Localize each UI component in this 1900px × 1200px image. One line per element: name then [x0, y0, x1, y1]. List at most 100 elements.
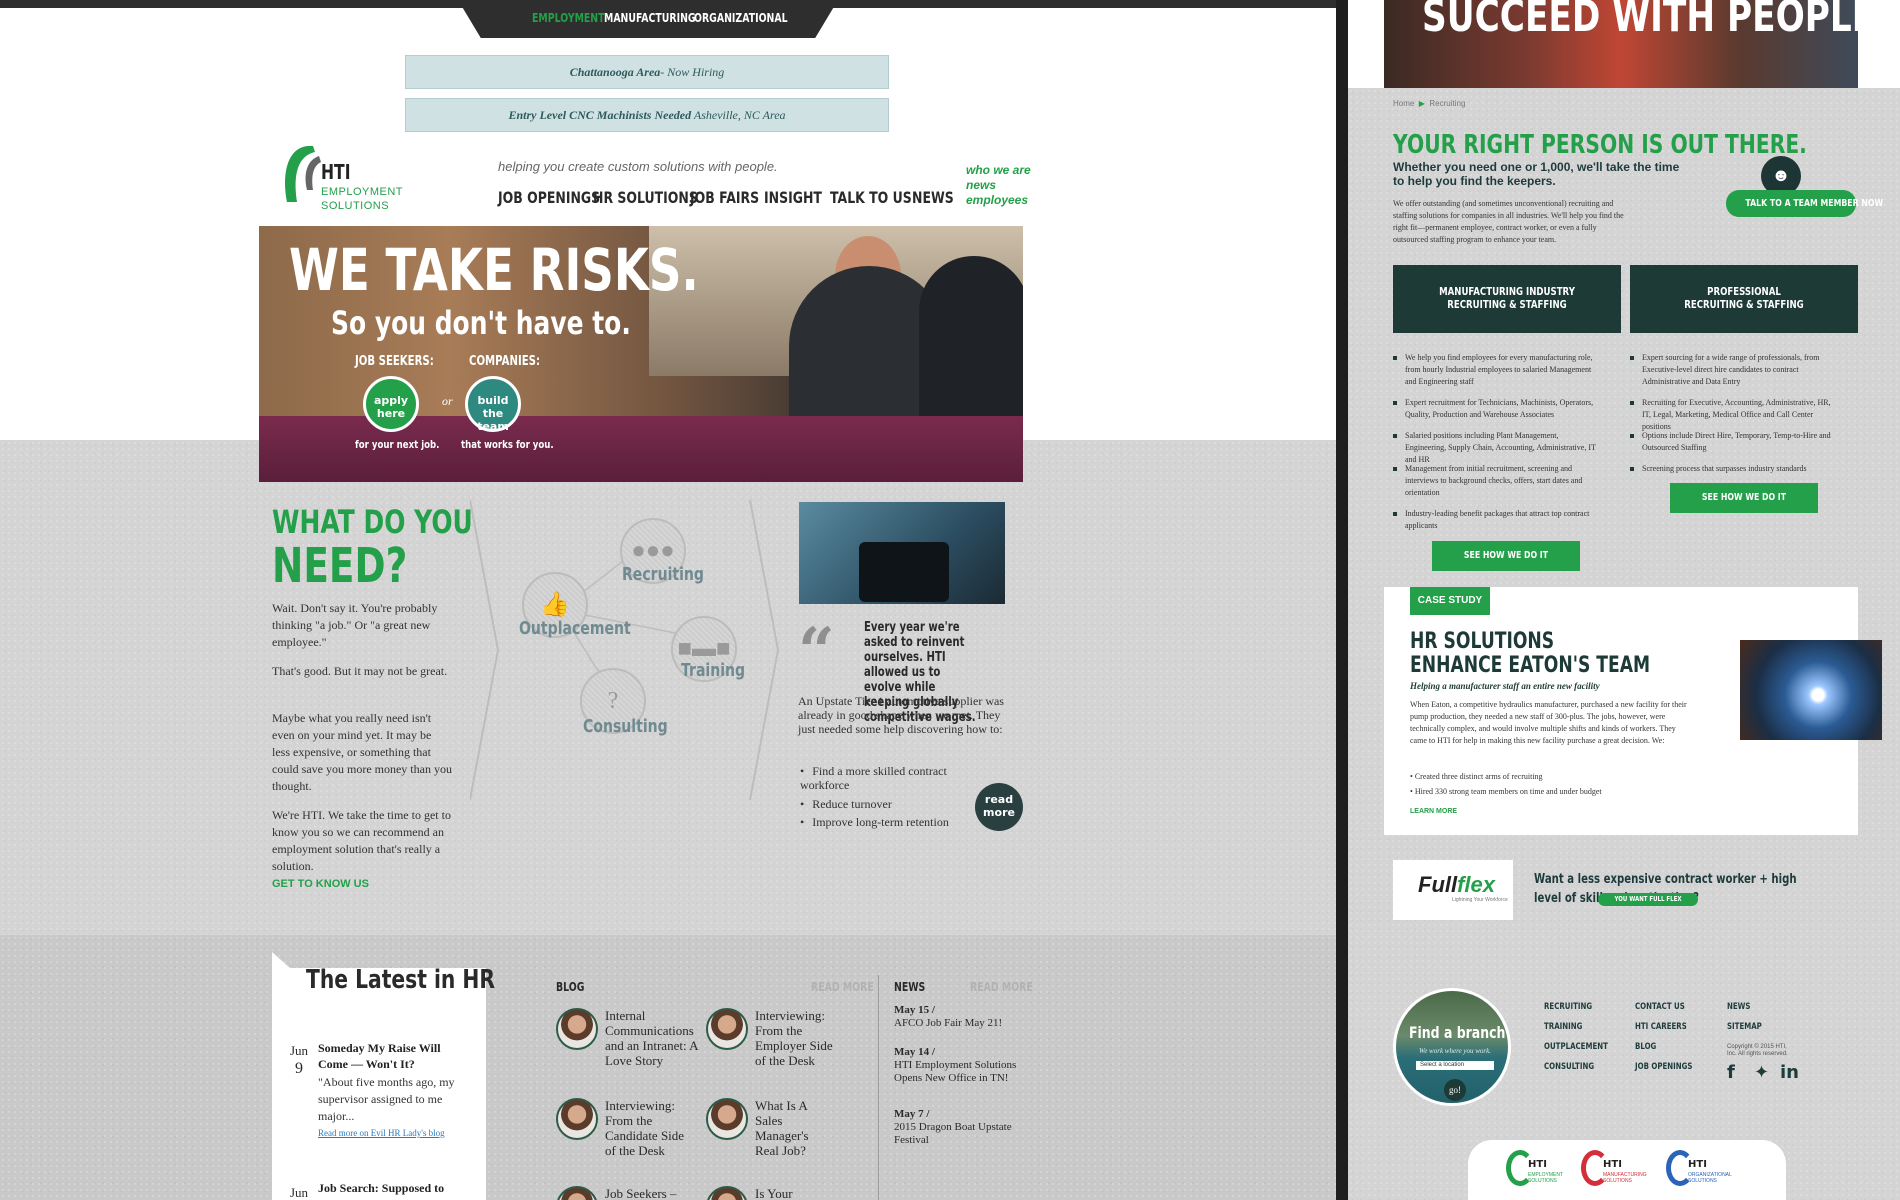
case-title-line2: ENHANCE EATON'S TEAM [1410, 653, 1651, 678]
see-how-button[interactable]: SEE HOW WE DO IT [1670, 483, 1818, 513]
twitter-icon[interactable]: ✦ [1754, 1062, 1769, 1083]
get-to-know-us-link[interactable]: GET TO KNOW US [272, 878, 369, 890]
footer-link[interactable]: JOB OPENINGS [1635, 1062, 1692, 1072]
link-who-we-are[interactable]: who we are [966, 163, 1031, 178]
service-training[interactable]: Training [681, 660, 745, 681]
link-employees[interactable]: employees [966, 193, 1031, 208]
division-organizational[interactable]: ORGANIZATIONAL [694, 11, 788, 25]
col1-bullet: Salaried positions including Plant Manag… [1393, 430, 1598, 466]
footer-link[interactable]: CONSULTING [1544, 1062, 1594, 1072]
facebook-icon[interactable]: f [1727, 1062, 1735, 1083]
footer-link[interactable]: RECRUITING [1544, 1002, 1592, 1012]
btn-label: SEE HOW WE DO IT [1701, 492, 1787, 503]
or-label: or [442, 394, 453, 408]
read-more-button[interactable]: read more [975, 783, 1023, 831]
blog-item[interactable]: What Is A Sales Manager's Real Job? [755, 1098, 827, 1158]
manufacturing-logo[interactable]: HTI MANUFACTURING SOLUTIONS [1581, 1150, 1661, 1190]
panel-divider [1336, 0, 1348, 1200]
link-news[interactable]: news [966, 178, 1031, 193]
welding-photo [1740, 640, 1882, 740]
learn-more-link[interactable]: LEARN MORE [1410, 808, 1457, 815]
news-label: NEWS [894, 980, 926, 994]
right-hero: SUCCEED WITH PEOPLE [1384, 0, 1858, 88]
blog-label: BLOG [556, 980, 585, 994]
division-manufacturing[interactable]: MANUFACTURING [604, 11, 696, 25]
blog-read-more[interactable]: READ MORE [811, 980, 874, 994]
branch-title: Find a branch [1408, 1023, 1506, 1042]
mini-logo-name: HTI [1603, 1159, 1622, 1170]
linkedin-icon[interactable]: in [1780, 1062, 1799, 1083]
nav-talk-to-us[interactable]: TALK TO US [830, 188, 912, 207]
blog-item[interactable]: Internal Communications and an Intranet:… [605, 1008, 705, 1068]
nav-job-openings[interactable]: JOB OPENINGS [498, 188, 600, 207]
news-item[interactable]: May 14 /HTI Employment Solutions Opens N… [894, 1046, 1024, 1085]
companies-subtext: that works for you. [461, 438, 554, 451]
blog-item[interactable]: Is Your [755, 1186, 855, 1200]
hero-subline: So you don't have to. [331, 304, 631, 342]
build-team-button[interactable]: build the team [465, 376, 521, 433]
notice-cnc[interactable]: Entry Level CNC Machinists Needed Ashevi… [405, 98, 889, 132]
mini-logo-desc: EMPLOYMENT SOLUTIONS [1528, 1172, 1563, 1184]
blog-item[interactable]: Interviewing: From the Candidate Side of… [605, 1098, 690, 1158]
service-outplacement[interactable]: Outplacement [519, 618, 631, 639]
job-seekers-label: JOB SEEKERS: [355, 354, 434, 369]
col1-title: MANUFACTURING INDUSTRY RECRUITING & STAF… [1439, 285, 1575, 311]
talk-to-team-button[interactable]: TALK TO A TEAM MEMBER NOW [1726, 190, 1883, 217]
case-bullet: Reduce turnover [800, 797, 892, 811]
footer-link[interactable]: OUTPLACEMENT [1544, 1042, 1608, 1052]
companies-label: COMPANIES: [469, 354, 541, 369]
footer-link[interactable]: BLOG [1635, 1042, 1656, 1052]
need-para-3: Maybe what you really need isn't even on… [272, 711, 452, 793]
ff-btn-label: YOU WANT FULL FLEX [1614, 895, 1682, 903]
side-links: who we are news employees [966, 163, 1031, 208]
post-title[interactable]: Job Search: Supposed to [318, 1180, 458, 1196]
branch-go-button[interactable]: go! [1444, 1079, 1466, 1101]
news-item[interactable]: May 7 /2015 Dragon Boat Upstate Festival [894, 1108, 1024, 1147]
organizational-logo[interactable]: HTI ORGANIZATIONAL SOLUTIONS [1666, 1150, 1746, 1190]
col1-bullet: Industry-leading benefit packages that a… [1393, 508, 1598, 532]
nav-hr-solutions[interactable]: HR SOLUTIONS [593, 188, 698, 207]
case-bullet: Find a more skilled contract workforce [800, 764, 960, 792]
notice-chattanooga[interactable]: Chattanooga Area- Now Hiring [405, 55, 889, 89]
see-how-button[interactable]: SEE HOW WE DO IT [1432, 541, 1580, 571]
news-read-more[interactable]: READ MORE [970, 980, 1033, 994]
notice-rest: - Now Hiring [660, 65, 725, 79]
logo-hti: HTI [321, 160, 351, 184]
footer-link[interactable]: NEWS [1727, 1002, 1750, 1012]
professional-box: PROFESSIONAL RECRUITING & STAFFING [1630, 265, 1858, 333]
footer-link[interactable]: SITEMAP [1727, 1022, 1762, 1032]
nav-job-fairs[interactable]: JOB FAIRS [690, 188, 759, 207]
service-recruiting[interactable]: Recruiting [622, 564, 704, 585]
need-para-2: That's good. But it may not be great. [272, 664, 448, 678]
nav-news[interactable]: NEWS [912, 188, 954, 207]
avatar [556, 1008, 598, 1050]
hti-logo[interactable]: HTI EMPLOYMENT SOLUTIONS [275, 140, 405, 214]
blog-item[interactable]: Interviewing: From the Employer Side of … [755, 1008, 845, 1068]
footer-link[interactable]: TRAINING [1544, 1022, 1582, 1032]
divider [878, 975, 879, 1200]
nav-insight[interactable]: INSIGHT [764, 188, 822, 207]
factory-photo [799, 502, 1005, 604]
full-flex-button[interactable]: YOU WANT FULL FLEX [1598, 893, 1698, 906]
footer-link[interactable]: HTI CAREERS [1635, 1022, 1687, 1032]
blog-item[interactable]: Job Seekers – [605, 1186, 705, 1200]
btn-label: SEE HOW WE DO IT [1463, 550, 1549, 561]
employment-logo[interactable]: HTI EMPLOYMENT SOLUTIONS [1506, 1150, 1586, 1190]
footer-link[interactable]: CONTACT US [1635, 1002, 1685, 1012]
division-employment[interactable]: EMPLOYMENT [532, 11, 605, 25]
case-body: When Eaton, a competitive hydraulics man… [1410, 700, 1687, 745]
col2-title: PROFESSIONAL RECRUITING & STAFFING [1684, 285, 1804, 311]
quote-mark-icon: “ [798, 614, 835, 689]
crumb-home[interactable]: Home [1393, 99, 1414, 108]
page-title: YOUR RIGHT PERSON IS OUT THERE. [1393, 130, 1807, 160]
case-bullet: Hired 330 strong team members on time an… [1410, 786, 1602, 797]
apply-here-button[interactable]: apply here [363, 376, 419, 432]
news-item[interactable]: May 15 /AFCO Job Fair May 21! [894, 1004, 1024, 1030]
post-link[interactable]: Read more on Evil HR Lady's blog [318, 1126, 458, 1140]
branch-select[interactable]: Select a location [1416, 1061, 1494, 1070]
post-title[interactable]: Someday My Raise Will Come — Won't It? [318, 1040, 458, 1072]
service-consulting[interactable]: Consulting [583, 716, 668, 737]
case-study-tag: CASE STUDY [1410, 587, 1490, 615]
crumb-arrow-icon: ▶ [1418, 99, 1425, 108]
mini-logo-name: HTI [1528, 1159, 1547, 1170]
